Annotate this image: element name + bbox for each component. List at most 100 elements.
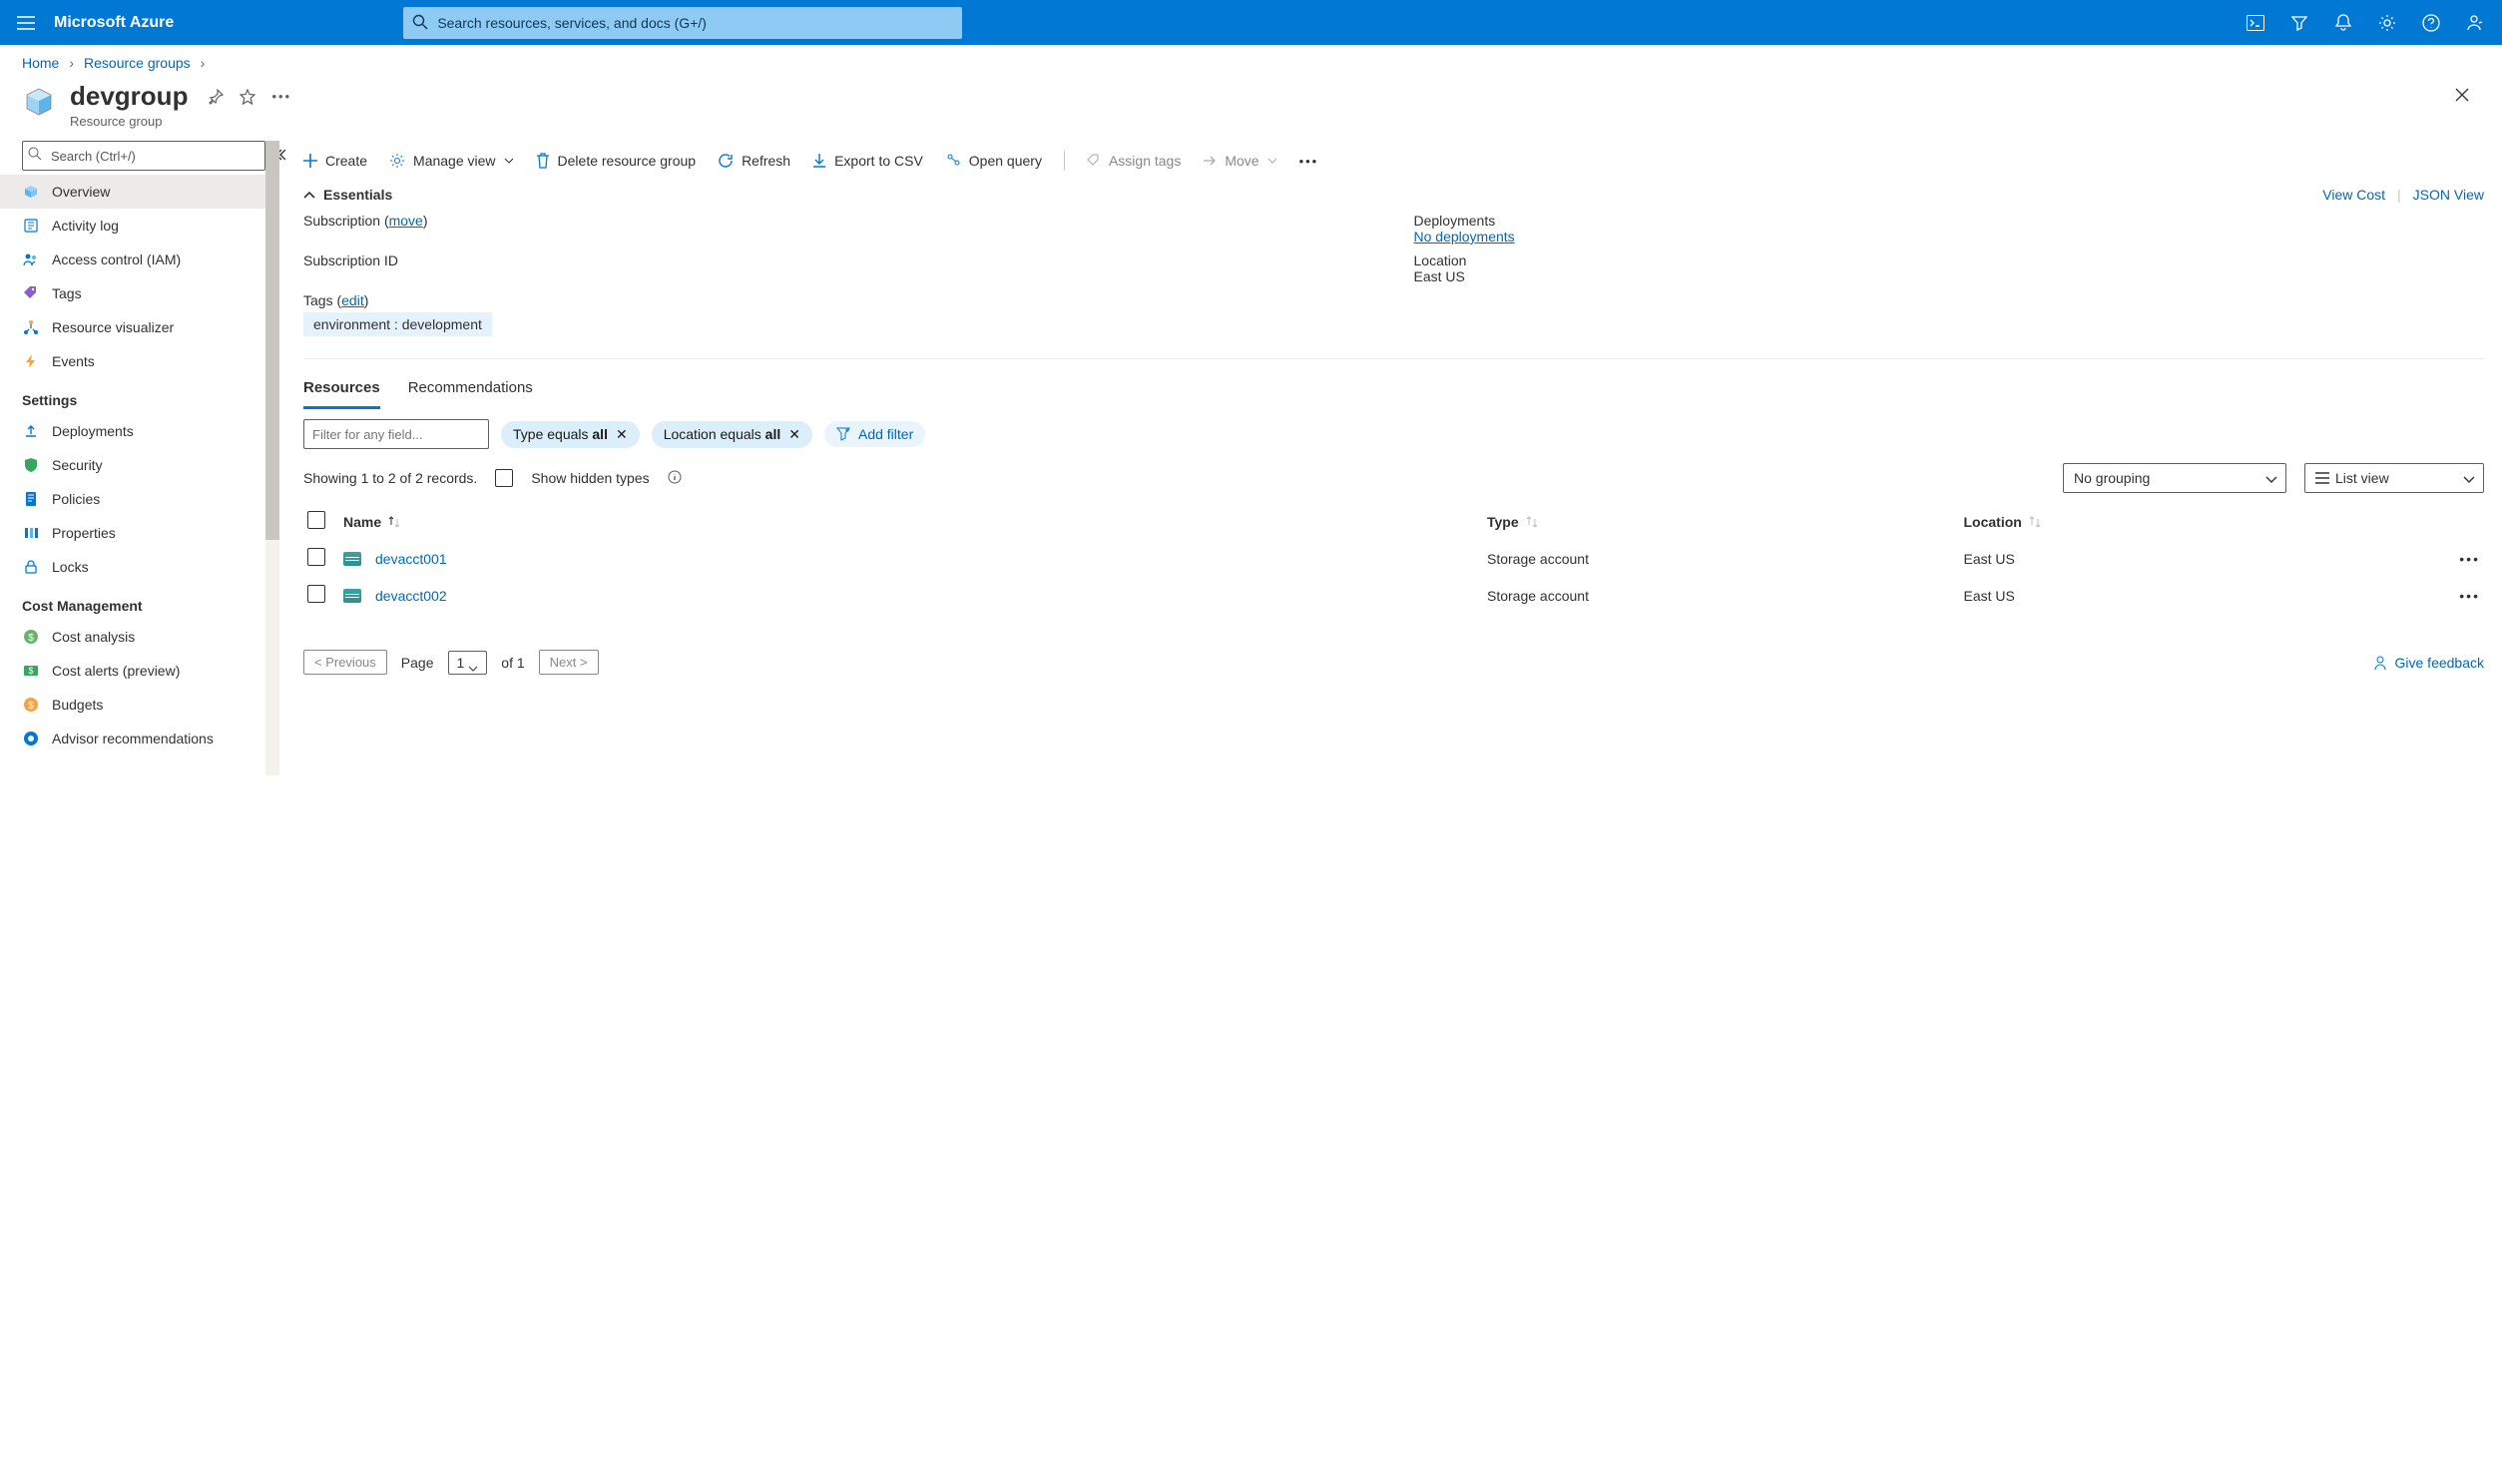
col-header-type[interactable]: Type bbox=[1487, 514, 1964, 530]
sidebar-search-input[interactable] bbox=[22, 141, 265, 171]
json-view-link[interactable]: JSON View bbox=[2413, 187, 2484, 203]
sidebar-item-cost-analysis[interactable]: $ Cost analysis bbox=[0, 620, 279, 654]
tags-cell: Tags (edit) environment : development bbox=[303, 292, 2484, 336]
sidebar-item-activity-log[interactable]: Activity log bbox=[0, 209, 279, 243]
sidebar-item-cost-alerts[interactable]: $ Cost alerts (preview) bbox=[0, 654, 279, 688]
row-more-icon[interactable]: ••• bbox=[2459, 588, 2480, 604]
chevron-right-icon: › bbox=[201, 55, 206, 71]
tag-chip[interactable]: environment : development bbox=[303, 312, 492, 336]
grouping-select[interactable]: No grouping bbox=[2063, 463, 2286, 493]
sidebar-item-tags[interactable]: Tags bbox=[0, 276, 279, 310]
export-csv-button[interactable]: Export to CSV bbox=[812, 153, 923, 169]
brand-label[interactable]: Microsoft Azure bbox=[54, 14, 174, 32]
page-select[interactable]: 1 bbox=[448, 651, 488, 675]
more-icon[interactable]: ••• bbox=[271, 89, 291, 108]
next-page-button[interactable]: Next > bbox=[539, 650, 599, 675]
row-more-icon[interactable]: ••• bbox=[2459, 551, 2480, 567]
global-search-input[interactable] bbox=[403, 7, 962, 39]
scrollbar-thumb[interactable] bbox=[265, 141, 279, 540]
location-value: East US bbox=[1414, 268, 2485, 284]
info-icon[interactable] bbox=[668, 470, 682, 487]
close-icon[interactable]: ✕ bbox=[616, 426, 628, 443]
sidebar-item-events[interactable]: Events bbox=[0, 344, 279, 378]
resource-link[interactable]: devacct001 bbox=[375, 551, 447, 567]
tab-recommendations[interactable]: Recommendations bbox=[408, 373, 533, 409]
gear-icon[interactable] bbox=[2366, 3, 2408, 43]
bell-icon[interactable] bbox=[2322, 3, 2364, 43]
close-button[interactable] bbox=[2444, 81, 2480, 112]
row-checkbox[interactable] bbox=[307, 585, 325, 603]
chevron-right-icon: › bbox=[69, 55, 74, 71]
deployments-link[interactable]: No deployments bbox=[1414, 229, 1515, 245]
resource-type: Storage account bbox=[1487, 551, 1964, 567]
close-icon[interactable]: ✕ bbox=[788, 426, 800, 443]
view-cost-link[interactable]: View Cost bbox=[2322, 187, 2385, 203]
storage-icon bbox=[343, 552, 361, 566]
resource-link[interactable]: devacct002 bbox=[375, 588, 447, 604]
breadcrumb-home[interactable]: Home bbox=[22, 55, 59, 71]
sidebar-item-deployments[interactable]: Deployments bbox=[0, 414, 279, 448]
delete-rg-button[interactable]: Delete resource group bbox=[536, 153, 697, 169]
col-header-name[interactable]: Name bbox=[343, 514, 1487, 530]
refresh-button[interactable]: Refresh bbox=[718, 153, 790, 169]
top-icon-bar bbox=[2235, 3, 2496, 43]
pin-icon[interactable] bbox=[208, 89, 224, 108]
upload-icon bbox=[22, 422, 40, 440]
show-hidden-checkbox[interactable] bbox=[495, 469, 513, 487]
create-button[interactable]: Create bbox=[303, 153, 367, 169]
svg-text:$: $ bbox=[28, 666, 33, 676]
essentials-toggle[interactable]: Essentials bbox=[303, 187, 392, 203]
sidebar-item-security[interactable]: Security bbox=[0, 448, 279, 482]
tags-edit-link[interactable]: edit bbox=[341, 292, 364, 308]
list-view-select[interactable]: List view bbox=[2304, 463, 2484, 493]
tab-resources[interactable]: Resources bbox=[303, 373, 380, 409]
sidebar-item-label: Budgets bbox=[52, 697, 103, 713]
filter-bar: Type equals all✕ Location equals all✕ Ad… bbox=[303, 419, 2484, 449]
toolbar-more-icon[interactable]: ••• bbox=[1299, 154, 1319, 169]
list-icon bbox=[2315, 472, 2329, 484]
title-block: devgroup Resource group bbox=[70, 81, 188, 129]
search-icon bbox=[412, 14, 428, 33]
filter-icon[interactable] bbox=[2278, 3, 2320, 43]
breadcrumb-resource-groups[interactable]: Resource groups bbox=[84, 55, 191, 71]
col-header-location[interactable]: Location bbox=[1964, 514, 2441, 530]
open-query-button[interactable]: Open query bbox=[945, 153, 1042, 169]
star-icon[interactable] bbox=[240, 89, 255, 108]
page-title: devgroup bbox=[70, 81, 188, 112]
sort-icon bbox=[2028, 515, 2042, 529]
filter-chip-type[interactable]: Type equals all✕ bbox=[501, 421, 640, 448]
svg-text:$: $ bbox=[28, 701, 34, 712]
manage-view-button[interactable]: Manage view bbox=[389, 153, 514, 169]
sidebar-item-locks[interactable]: Locks bbox=[0, 550, 279, 584]
top-bar: Microsoft Azure bbox=[0, 0, 2502, 45]
dollar-icon: $ bbox=[22, 628, 40, 646]
sidebar-item-properties[interactable]: Properties bbox=[0, 516, 279, 550]
sidebar-item-iam[interactable]: Access control (IAM) bbox=[0, 243, 279, 276]
sidebar-item-visualizer[interactable]: Resource visualizer bbox=[0, 310, 279, 344]
assign-tags-button[interactable]: Assign tags bbox=[1087, 153, 1181, 169]
cloud-shell-icon[interactable] bbox=[2235, 3, 2276, 43]
help-icon[interactable] bbox=[2410, 3, 2452, 43]
give-feedback-button[interactable]: Give feedback bbox=[2373, 655, 2485, 671]
assign-tags-label: Assign tags bbox=[1109, 153, 1181, 169]
network-icon bbox=[22, 318, 40, 336]
list-view-value: List view bbox=[2335, 470, 2389, 486]
prev-page-button[interactable]: < Previous bbox=[303, 650, 387, 675]
select-all-checkbox[interactable] bbox=[307, 511, 325, 529]
row-checkbox[interactable] bbox=[307, 548, 325, 566]
sidebar-item-budgets[interactable]: $ Budgets bbox=[0, 688, 279, 722]
sidebar-item-advisor[interactable]: Advisor recommendations bbox=[0, 722, 279, 755]
subscription-id-cell: Subscription ID bbox=[303, 252, 1374, 284]
sidebar-item-policies[interactable]: Policies bbox=[0, 482, 279, 516]
filter-chip-location[interactable]: Location equals all✕ bbox=[652, 421, 812, 448]
sidebar-item-label: Security bbox=[52, 457, 103, 473]
add-filter-button[interactable]: Add filter bbox=[824, 421, 925, 447]
menu-icon[interactable] bbox=[6, 3, 46, 43]
feedback-person-icon[interactable] bbox=[2454, 3, 2496, 43]
sidebar-item-label: Properties bbox=[52, 525, 116, 541]
sidebar-item-label: Policies bbox=[52, 491, 100, 507]
sidebar-item-overview[interactable]: Overview bbox=[0, 175, 279, 209]
subscription-move-link[interactable]: move bbox=[389, 213, 423, 229]
move-button[interactable]: Move bbox=[1203, 153, 1276, 169]
filter-field-input[interactable] bbox=[303, 419, 489, 449]
